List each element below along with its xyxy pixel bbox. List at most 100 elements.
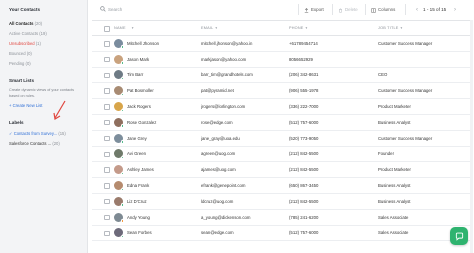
row-checkbox[interactable] (104, 167, 110, 173)
filter-item[interactable]: Active Contacts (19) (9, 29, 87, 39)
row-checkbox[interactable] (104, 56, 110, 63)
job-title-cell: Business Analyst (378, 183, 411, 189)
search-input[interactable] (108, 4, 258, 15)
header-job-title[interactable]: JOB TITLE ▾ (378, 21, 470, 35)
chevron-left-icon[interactable]: ‹ (416, 5, 418, 15)
header-job-title-label: JOB TITLE (378, 26, 399, 30)
name-cell[interactable]: Rose Gonzalez (114, 115, 199, 130)
job-title-cell: Business Analyst (378, 119, 411, 125)
contacts-table: NAME ▾ EMAIL ▾ PHONE ▾ JOB TITLE ▾ Mitchell … (92, 20, 470, 242)
status-badge (120, 187, 124, 192)
filter-label: All Contacts (9, 21, 34, 26)
email-cell: ajames@uog.com (201, 167, 236, 173)
chat-button[interactable] (450, 227, 468, 245)
row-checkbox[interactable] (104, 198, 110, 205)
name-cell[interactable]: Liz D'Cruz (114, 194, 199, 209)
chevron-right-icon[interactable]: › (454, 5, 456, 15)
contact-filters: All Contacts (20) Active Contacts (19) Uns… (9, 19, 87, 69)
row-checkbox[interactable] (104, 135, 110, 142)
table-row[interactable]: Mitchell Jhonson mitchell.jhonson@yahoo.i… (92, 36, 470, 52)
email-cell: mitchell.jhonson@yahoo.in (201, 40, 253, 46)
row-checkbox[interactable] (104, 104, 110, 110)
header-name[interactable]: NAME ▾ (114, 21, 199, 35)
name-cell[interactable]: Ashley James (114, 162, 199, 177)
email-cell: jrogers@lorlington.com (201, 104, 246, 110)
avatar (114, 228, 124, 239)
job-title-cell (378, 52, 470, 67)
name-cell[interactable]: Sean Forbes (114, 226, 199, 241)
export-button[interactable]: Export (304, 5, 324, 15)
name-cell[interactable]: Avi Green (114, 147, 199, 162)
table-row[interactable]: Edna Frank efrank@genepoint.com (650) 867-… (92, 178, 470, 194)
email-cell: jane_gray@uoa.edu (201, 135, 240, 141)
name-cell[interactable]: Jack Rogers (114, 99, 199, 114)
avatar (114, 86, 124, 97)
contact-name: Tim Barr (127, 72, 144, 78)
table-row[interactable]: Avi Green agreen@uog.com (212) 842-5500 Fou… (92, 147, 470, 163)
phone-cell: (336) 222-7000 (289, 104, 319, 110)
label-name: Contacts from Survey... (13, 131, 58, 136)
phone-cell: (206) 342-8631 (289, 72, 319, 78)
label-item[interactable]: Salesforce Contacts ... (20) (9, 139, 87, 149)
row-checkbox[interactable] (104, 183, 110, 189)
filter-item[interactable]: All Contacts (20) (9, 19, 87, 29)
name-cell[interactable]: Jane Grey (114, 131, 199, 146)
row-checkbox[interactable] (104, 119, 110, 126)
header-email[interactable]: EMAIL ▾ (201, 21, 287, 35)
table-row[interactable]: Andy Young a_young@dickenson.com (785) 241… (92, 210, 470, 226)
table-row[interactable]: Jason Mark markjason@yahoo.com 8056652929 (92, 52, 470, 68)
table-row[interactable]: Tim Barr barr_tim@grandhotels.com (206) 34… (92, 68, 470, 84)
avatar (114, 165, 124, 176)
toolbar-divider (332, 4, 333, 15)
phone-cell: (650) 867-3450 (289, 183, 319, 189)
filter-item[interactable]: Pending (0) (9, 59, 87, 69)
columns-button[interactable]: Columns (371, 5, 395, 15)
label-name: Salesforce Contacts ... (9, 141, 52, 146)
email-cell: rose@edge.com (201, 119, 233, 125)
table-row[interactable]: Liz D'Cruz ldcruz@uog.com (212) 842-5500 Bu… (92, 194, 470, 210)
row-checkbox[interactable] (104, 214, 110, 221)
filter-item[interactable]: Bounced (0) (9, 49, 87, 59)
filter-label: Unsubscribed (9, 41, 35, 46)
filter-item[interactable]: Unsubscribed (1) (9, 39, 87, 49)
contact-name: Andy Young (127, 214, 150, 220)
phone-cell: (906) 555-1978 (289, 88, 319, 94)
filter-count: (20) (34, 21, 43, 26)
trash-icon (339, 8, 342, 13)
row-checkbox[interactable] (104, 41, 110, 47)
name-cell[interactable]: Pat Bosmoller (114, 83, 199, 98)
delete-button[interactable]: Delete (338, 5, 358, 15)
row-checkbox[interactable] (104, 230, 110, 237)
chat-icon (455, 232, 463, 241)
select-all-checkbox[interactable] (104, 26, 110, 32)
email-cell: efrank@genepoint.com (201, 183, 246, 189)
table-row[interactable]: Jack Rogers jrogers@lorlington.com (336) 2… (92, 99, 470, 115)
table-row[interactable]: Ashley James ajames@uog.com (212) 842-5500… (92, 162, 470, 179)
header-email-label: EMAIL (201, 26, 214, 30)
row-checkbox[interactable] (104, 72, 110, 79)
filter-label: Active Contacts (9, 31, 39, 36)
status-badge (120, 45, 124, 49)
name-cell[interactable]: Edna Frank (114, 178, 199, 193)
label-item[interactable]: ✓ Contacts from Survey... (15) (9, 129, 87, 139)
name-cell[interactable]: Mitchell Jhonson (114, 36, 199, 51)
name-cell[interactable]: Andy Young (114, 210, 199, 225)
row-checkbox[interactable] (104, 151, 110, 158)
scrollbar[interactable] (470, 20, 473, 253)
row-checkbox[interactable] (104, 88, 110, 94)
phone-cell: 8056652929 (289, 56, 313, 62)
avatar (114, 54, 124, 65)
table-row[interactable]: Jane Grey jane_gray@uoa.edu (520) 773-9050… (92, 131, 470, 147)
header-phone[interactable]: PHONE ▾ (289, 21, 377, 35)
name-cell[interactable]: Jason Mark (114, 52, 199, 67)
table-row[interactable]: Sean Forbes sean@edge.com (512) 757-6000 Sa… (92, 226, 470, 242)
email-cell: pat@pyramid.net (201, 88, 234, 94)
create-new-list-link[interactable]: + Create New List (9, 101, 87, 111)
header-name-label: NAME (114, 26, 126, 30)
job-title-cell: Customer Success Manager (378, 135, 433, 141)
table-header-row: NAME ▾ EMAIL ▾ PHONE ▾ JOB TITLE ▾ (92, 20, 470, 36)
name-cell[interactable]: Tim Barr (114, 68, 199, 83)
table-row[interactable]: Pat Bosmoller pat@pyramid.net (906) 555-19… (92, 83, 470, 100)
table-row[interactable]: Rose Gonzalez rose@edge.com (512) 757-6000… (92, 115, 470, 131)
contact-name: Sean Forbes (127, 230, 152, 236)
